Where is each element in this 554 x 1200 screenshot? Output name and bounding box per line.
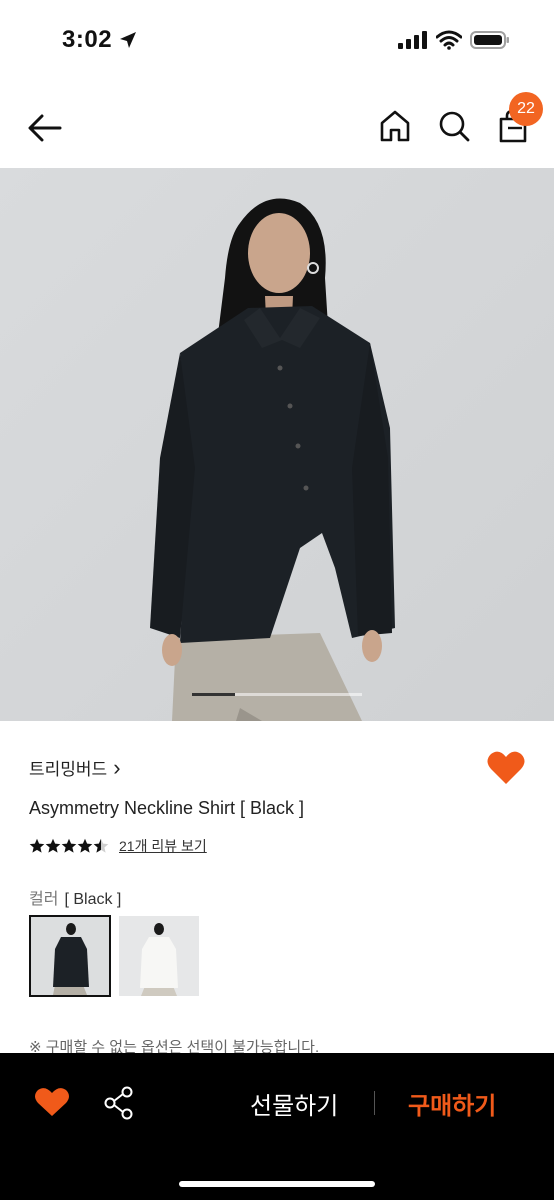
product-photo bbox=[0, 168, 554, 721]
carousel-progress-fill bbox=[192, 693, 235, 696]
wifi-icon bbox=[436, 30, 462, 50]
battery-icon bbox=[470, 31, 509, 49]
bottom-bar-divider bbox=[374, 1091, 375, 1115]
wishlist-heart-icon[interactable] bbox=[34, 1086, 70, 1118]
status-bar: 3:02 bbox=[0, 0, 554, 84]
brand-link[interactable]: 트리밍버드 › bbox=[29, 755, 121, 780]
star-rating-icon bbox=[29, 838, 109, 853]
home-icon[interactable] bbox=[378, 108, 412, 144]
swatch-black-thumbnail bbox=[31, 917, 109, 995]
location-arrow-icon bbox=[120, 32, 136, 48]
product-image-carousel[interactable] bbox=[0, 168, 554, 721]
bottom-action-bar bbox=[0, 1053, 554, 1200]
cellular-signal-icon bbox=[398, 31, 427, 49]
rating-row: 21개 리뷰 보기 bbox=[29, 836, 207, 856]
heart-icon[interactable] bbox=[486, 750, 526, 786]
gift-button[interactable]: 선물하기 bbox=[250, 1086, 338, 1121]
share-icon[interactable] bbox=[104, 1086, 134, 1120]
status-indicators bbox=[398, 30, 510, 50]
review-link[interactable]: 21개 리뷰 보기 bbox=[119, 836, 207, 856]
search-icon[interactable] bbox=[437, 108, 471, 144]
chevron-right-icon: › bbox=[113, 755, 121, 780]
brand-name: 트리밍버드 bbox=[29, 760, 108, 779]
product-name: Asymmetry Neckline Shirt [ Black ] bbox=[29, 798, 305, 818]
home-indicator[interactable] bbox=[179, 1181, 375, 1187]
nav-bar bbox=[0, 90, 554, 166]
back-arrow-icon[interactable] bbox=[26, 110, 64, 146]
option-selected-value: [ Black ] bbox=[64, 891, 122, 908]
color-swatch-white[interactable] bbox=[119, 916, 199, 996]
buy-button[interactable]: 구매하기 bbox=[408, 1086, 496, 1121]
swatch-white-thumbnail bbox=[119, 916, 199, 996]
option-title: 컬러 bbox=[29, 891, 59, 908]
cart-count-badge[interactable]: 22 bbox=[509, 92, 543, 126]
color-option-label: 컬러 [ Black ] bbox=[29, 885, 121, 909]
color-swatch-black[interactable] bbox=[29, 915, 111, 997]
status-time: 3:02 bbox=[62, 26, 113, 53]
